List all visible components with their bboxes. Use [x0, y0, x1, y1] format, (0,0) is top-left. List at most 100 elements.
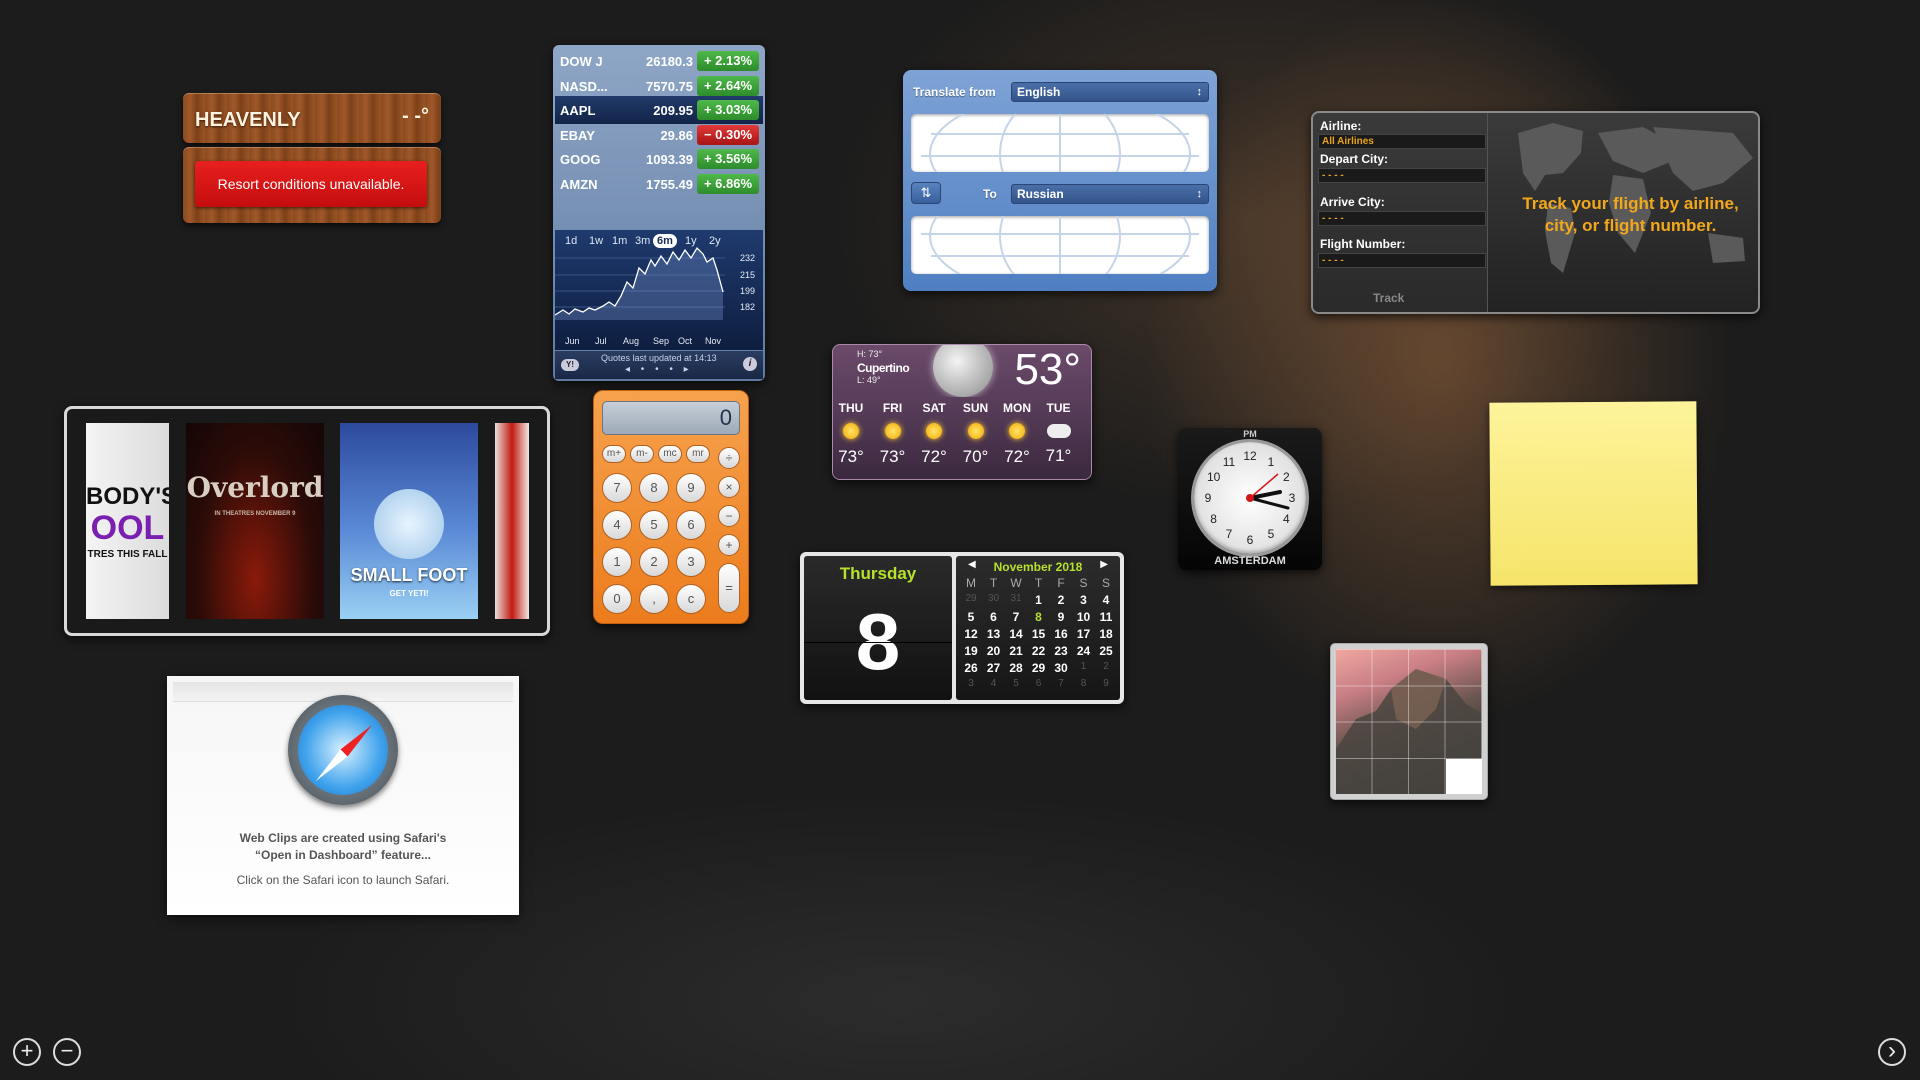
calendar-day-cell[interactable]: 24: [1073, 644, 1095, 658]
stocks-widget[interactable]: DOW J 26180.3 + 2.13% NASD... 7570.75 + 2.64%…: [553, 45, 765, 381]
calendar-day-cell[interactable]: 5: [960, 610, 982, 624]
tile-puzzle-board[interactable]: [1336, 649, 1482, 794]
calc-key[interactable]: 5: [639, 510, 669, 540]
arrive-city-select[interactable]: - - - -: [1318, 211, 1486, 226]
calendar-day-cell[interactable]: 30: [983, 593, 1005, 604]
calendar-day-cell[interactable]: 10: [1073, 610, 1095, 624]
safari-compass-icon[interactable]: [288, 695, 398, 805]
calendar-day-cell[interactable]: 15: [1028, 627, 1050, 641]
web-clip-widget[interactable]: Web Clips are created using Safari's “Op…: [167, 676, 519, 915]
track-button[interactable]: Track: [1373, 291, 1404, 305]
calendar-day-cell[interactable]: 3: [1073, 593, 1095, 607]
calc-key[interactable]: c: [676, 584, 706, 614]
calendar-day-cell[interactable]: 14: [1005, 627, 1027, 641]
sticky-note-widget[interactable]: [1489, 401, 1698, 586]
yahoo-logo-icon[interactable]: Y!: [561, 359, 579, 371]
calc-operator-key[interactable]: +: [718, 534, 740, 556]
stock-change-badge[interactable]: + 3.56%: [697, 149, 759, 169]
calendar-day-cell[interactable]: 12: [960, 627, 982, 641]
calc-key[interactable]: 7: [602, 473, 632, 503]
calendar-day-cell[interactable]: 3: [960, 678, 982, 689]
remove-widget-button[interactable]: −: [53, 1038, 81, 1066]
calendar-day-cell[interactable]: 28: [1005, 661, 1027, 675]
calendar-day-cell[interactable]: 6: [1028, 678, 1050, 689]
calendar-day-cell[interactable]: 17: [1073, 627, 1095, 641]
calc-operator-key[interactable]: −: [718, 505, 740, 527]
calendar-day-cell[interactable]: 4: [983, 678, 1005, 689]
calendar-day-cell[interactable]: 9: [1095, 678, 1117, 689]
calc-key[interactable]: 9: [676, 473, 706, 503]
calc-operator-key[interactable]: ÷: [718, 447, 740, 469]
movie-poster[interactable]: SMALL FOOT GET YETI!: [340, 423, 478, 619]
calendar-day-cell[interactable]: 1: [1028, 593, 1050, 607]
calc-key[interactable]: 2: [639, 547, 669, 577]
calendar-day-cell[interactable]: 20: [983, 644, 1005, 658]
memory-key-mr[interactable]: mr: [686, 445, 710, 463]
next-month-icon[interactable]: ▶: [1100, 559, 1108, 570]
calendar-day-cell[interactable]: 27: [983, 661, 1005, 675]
translate-source-textarea[interactable]: [911, 114, 1209, 172]
movie-poster[interactable]: Overlord IN THEATRES NOVEMBER 9: [186, 423, 324, 619]
info-icon[interactable]: i: [743, 357, 757, 371]
stock-row[interactable]: AMZN 1755.49 + 6.86%: [555, 170, 763, 198]
world-clock-widget[interactable]: PM 12 1 2 3 4 5 6 7 8 9 10 11 AMSTERDAM: [1178, 428, 1322, 570]
calc-key[interactable]: 6: [676, 510, 706, 540]
equals-key[interactable]: =: [718, 563, 740, 613]
memory-key-mc[interactable]: mc: [658, 445, 682, 463]
calendar-day-cell[interactable]: 2: [1050, 593, 1072, 607]
stock-change-badge[interactable]: + 3.03%: [697, 100, 759, 120]
stock-page-dots[interactable]: ◂ • • • ▸: [625, 364, 693, 375]
calendar-day-cell[interactable]: 7: [1005, 610, 1027, 624]
translate-to-select[interactable]: Russian: [1011, 184, 1209, 204]
swap-languages-button[interactable]: ⇅: [911, 182, 941, 204]
memory-key-m+[interactable]: m+: [602, 445, 626, 463]
calendar-day-cell[interactable]: 29: [1028, 661, 1050, 675]
calendar-day-cell[interactable]: 9: [1050, 610, 1072, 624]
stock-change-badge[interactable]: + 2.13%: [697, 51, 759, 71]
ski-report-widget[interactable]: HEAVENLY - -° Resort conditions unavaila…: [183, 93, 441, 223]
calendar-day-cell[interactable]: 16: [1050, 627, 1072, 641]
calc-key[interactable]: 4: [602, 510, 632, 540]
calendar-day-cell[interactable]: 5: [1005, 678, 1027, 689]
calendar-day-cell[interactable]: 19: [960, 644, 982, 658]
calendar-day-cell[interactable]: 4: [1095, 593, 1117, 607]
calculator-widget[interactable]: 0 m+ m-mc mr 7 8 9 4 5 6 1 2 3 0, c ÷ × − + =: [593, 390, 749, 624]
calendar-day-cell[interactable]: 18: [1095, 627, 1117, 641]
calc-operator-key[interactable]: ×: [718, 476, 740, 498]
stock-change-badge[interactable]: − 0.30%: [697, 124, 759, 145]
translation-widget[interactable]: Translate from English ⇅ To Russian: [903, 70, 1217, 291]
calc-key[interactable]: 3: [676, 547, 706, 577]
memory-key-m-[interactable]: m-: [630, 445, 654, 463]
calendar-day-cell[interactable]: 26: [960, 661, 982, 675]
movie-poster[interactable]: BODY'S OOL TRES THIS FALL: [86, 423, 169, 619]
translate-result-textarea[interactable]: [911, 216, 1209, 274]
calendar-day-cell[interactable]: 22: [1028, 644, 1050, 658]
calendar-day-cell[interactable]: 11: [1095, 610, 1117, 624]
calendar-day-cell[interactable]: 2: [1095, 661, 1117, 672]
calendar-day-cell[interactable]: 7: [1050, 678, 1072, 689]
flight-number-input[interactable]: - - - -: [1318, 253, 1486, 268]
movies-widget[interactable]: BODY'S OOL TRES THIS FALL Overlord IN TH…: [64, 406, 550, 636]
calc-key[interactable]: 8: [639, 473, 669, 503]
calendar-day-cell[interactable]: 29: [960, 593, 982, 604]
calendar-day-cell[interactable]: 23: [1050, 644, 1072, 658]
calc-key[interactable]: ,: [639, 584, 669, 614]
calendar-day-cell[interactable]: 8: [1028, 610, 1050, 624]
calendar-day-cell[interactable]: 25: [1095, 644, 1117, 658]
movie-poster[interactable]: [495, 423, 529, 619]
calendar-day-cell[interactable]: 8: [1073, 678, 1095, 689]
weather-widget[interactable]: H: 73° Cupertino L: 49° 53° THU 73° FRI 73°…: [832, 344, 1092, 480]
calendar-day-cell[interactable]: 31: [1005, 593, 1027, 604]
next-space-button[interactable]: ›: [1878, 1038, 1906, 1066]
add-widget-button[interactable]: +: [13, 1038, 41, 1066]
calc-key[interactable]: 0: [602, 584, 632, 614]
tile-game-widget[interactable]: [1330, 643, 1488, 800]
airline-select[interactable]: All Airlines: [1318, 134, 1486, 149]
calendar-day-cell[interactable]: 6: [983, 610, 1005, 624]
calendar-day-cell[interactable]: 1: [1073, 661, 1095, 672]
translate-from-select[interactable]: English: [1011, 82, 1209, 102]
calendar-day-cell[interactable]: 30: [1050, 661, 1072, 675]
depart-city-select[interactable]: - - - -: [1318, 168, 1486, 183]
stock-change-badge[interactable]: + 2.64%: [697, 75, 759, 96]
calc-key[interactable]: 1: [602, 547, 632, 577]
